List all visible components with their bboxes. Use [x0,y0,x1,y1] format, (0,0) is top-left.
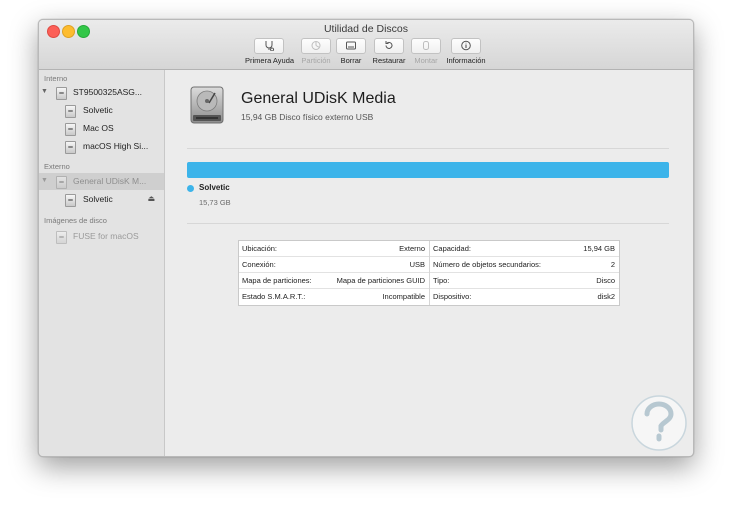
info-row: Número de objetos secundarios: 2 [430,257,619,273]
erase-drive-icon [336,38,366,54]
info-row: Conexión: USB [239,257,429,273]
info-value: Externo [399,244,425,253]
info-row: Mapa de particiones: Mapa de particiones … [239,273,429,289]
info-button[interactable]: Información [442,38,490,65]
divider [187,148,669,149]
first-aid-button[interactable]: Primera Ayuda [245,38,295,65]
info-key: Ubicación: [242,244,278,253]
info-row: Dispositivo: disk2 [430,289,619,305]
stethoscope-icon [254,38,284,54]
disclosure-triangle-icon[interactable]: ▼ [41,177,48,184]
section-heading-internal: Interno [44,74,68,83]
info-row: Estado S.M.A.R.T.: Incompatible [239,289,429,305]
disk-name: General UDisK Media [241,90,396,107]
sidebar-item-label: Solvetic [83,105,113,115]
sidebar-item-solvetic-external[interactable]: Solvetic ⏏ [39,191,164,208]
sidebar-item-label: General UDisK M... [73,176,147,186]
info-key: Número de objetos secundarios: [433,260,541,269]
hard-drive-icon [56,176,67,189]
sidebar-item-label: Solvetic [83,194,113,204]
info-column-right: Capacidad: 15,94 GB Número de objetos sec… [430,241,619,305]
info-key: Estado S.M.A.R.T.: [242,292,306,301]
volume-name: Solvetic [199,183,230,192]
divider [187,223,669,224]
disk-detail-pane: General UDisK Media 15,94 GB Disco físic… [165,70,693,456]
hard-drive-icon [56,87,67,100]
info-value: 2 [610,260,615,269]
info-value: 15,94 GB [583,244,615,253]
info-value: Disco [596,276,615,285]
sidebar-item-solvetic-internal[interactable]: Solvetic [39,102,164,119]
sidebar-item-label: FUSE for macOS [73,231,139,241]
volume-icon [65,141,76,154]
info-key: Tipo: [433,276,450,285]
volume-icon [65,123,76,136]
sidebar-item-label: Mac OS [83,123,114,133]
section-heading-external: Externo [44,162,70,171]
disk-subtitle: 15,94 GB Disco físico externo USB [241,112,374,122]
sidebar-item-external-disk[interactable]: ▼ General UDisK M... [39,173,164,190]
sidebar-item-macos-high-sierra[interactable]: macOS High Si... [39,138,164,155]
section-heading-disk-images: Imágenes de disco [44,216,107,225]
eject-icon[interactable]: ⏏ [147,194,155,203]
info-value: USB [409,260,425,269]
window-title: Utilidad de Discos [323,23,409,35]
disk-image-icon [56,231,67,244]
mount-icon [411,38,441,54]
volume-icon [65,194,76,207]
restore-arrow-icon [374,38,404,54]
info-table: Ubicación: Externo Conexión: USB Mapa de p… [238,240,620,306]
info-value: disk2 [597,292,615,301]
disk-utility-window: Utilidad de Discos Primera Ayuda Partici… [38,19,694,457]
info-row: Capacidad: 15,94 GB [430,241,619,257]
usage-bar [187,162,669,178]
info-key: Mapa de particiones: [242,276,312,285]
info-label: Información [446,56,486,65]
title-toolbar: Utilidad de Discos Primera Ayuda Partici… [39,20,693,70]
volume-icon [65,105,76,118]
sidebar-item-label: ST9500325ASG... [73,87,142,97]
info-key: Capacidad: [433,244,471,253]
volume-size: 15,73 GB [199,198,231,207]
watermark-logo [631,395,687,451]
info-key: Conexión: [242,260,276,269]
sidebar-item-fuse[interactable]: FUSE for macOS [39,228,164,245]
sidebar-item-mac-os[interactable]: Mac OS [39,120,164,137]
first-aid-label: Primera Ayuda [245,56,295,65]
sidebar: Interno ▼ ST9500325ASG... Solvetic Mac O… [39,70,165,456]
sidebar-item-label: macOS High Si... [83,141,149,151]
info-value: Incompatible [382,292,425,301]
info-row: Tipo: Disco [430,273,619,289]
sidebar-item-internal-disk[interactable]: ▼ ST9500325ASG... [39,84,164,101]
info-key: Dispositivo: [433,292,472,301]
disclosure-triangle-icon[interactable]: ▼ [41,88,48,95]
info-icon [451,38,481,54]
volume-color-swatch [187,185,194,192]
external-hard-drive-icon [190,86,224,124]
info-row: Ubicación: Externo [239,241,429,257]
info-value: Mapa de particiones GUID [336,276,425,285]
info-column-left: Ubicación: Externo Conexión: USB Mapa de p… [239,241,430,305]
